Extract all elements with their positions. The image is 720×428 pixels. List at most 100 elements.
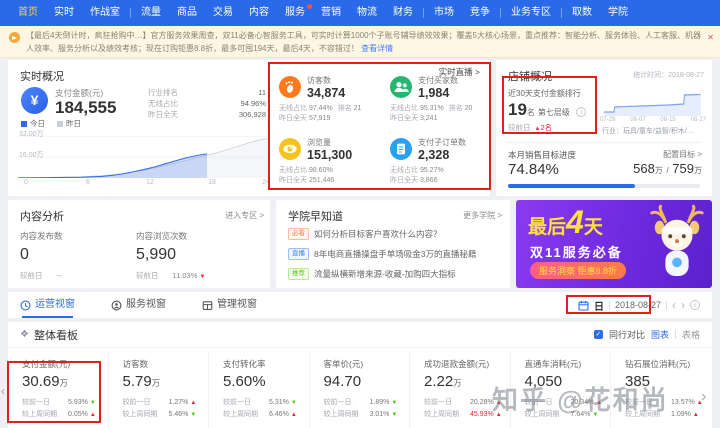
metric-visitors[interactable]: 访客数 5.79万 较前一日 1.27% ▲ 较上周同期 5.46% ▼ [109, 352, 209, 428]
next-date-button[interactable]: › [681, 299, 685, 311]
tab-management-view[interactable]: 管理视窗 [202, 292, 257, 318]
academy-item[interactable]: 必看 如何分析目标客户喜欢什么内容？ [288, 228, 502, 240]
close-icon[interactable]: ✕ [707, 31, 714, 44]
peer-compare-checkbox[interactable]: ✓ [593, 330, 603, 339]
deer-mascot [650, 204, 704, 276]
nav-item-marketing[interactable]: 营销 [313, 0, 349, 26]
prev-date-button[interactable]: ‹ [672, 299, 676, 311]
view-tabs-bar: 运营视窗 服务视窗 管理视窗 日 2018-08-27 ‹ › i [8, 292, 712, 318]
nav-item-home[interactable]: 首页 [10, 0, 46, 26]
up-arrow-icon: ▲ [89, 412, 96, 418]
academy-item[interactable]: 直播 8年电商直播操盘手单场吸金3万的直播秘籍 [288, 248, 502, 260]
nav-item-service[interactable]: 服务 [277, 0, 313, 26]
kpi-name: 支付子订单数 [418, 138, 466, 147]
tab-operation-view[interactable]: 运营视窗 [20, 292, 75, 318]
yesterday-total-row: 昨日全天 306,928 [148, 109, 266, 120]
notification-dot [307, 4, 312, 9]
nav-item-traffic[interactable]: 流量 [133, 0, 169, 26]
person-icon [111, 300, 122, 310]
stat-label: 昨日全天 [148, 110, 178, 119]
kpi-detail-rows: 无线占比 97.44% 排名 21 昨日全天 57,919 [279, 105, 362, 122]
scroll-right-chevron[interactable]: › [701, 388, 706, 406]
metric-refund-amount[interactable]: 成功退款金额(元) 2.22万 较前一日 20.28% ▲ 较上周同期 45.93% ▲ [410, 352, 511, 428]
nav-divider [130, 8, 131, 18]
metric-name: 直通车消耗(元) [524, 359, 582, 369]
double11-promo-banner[interactable]: 最后4天 双11服务必备 服务洞察 钜惠8.8折 [516, 200, 712, 288]
metric-diamond-booth-spend[interactable]: 钻石展位消耗(元) 385 较前一日 13.57% ▲ 较上周同期 1.09% ▲ [611, 352, 712, 428]
date-granularity-day[interactable]: 日 [594, 298, 604, 313]
metric-value: 0 [20, 246, 29, 263]
visitor-footprint-icon [279, 76, 301, 98]
announcement-detail-link[interactable]: 查看详情 [361, 44, 393, 53]
configure-goal-link[interactable]: 配置目标 > [663, 149, 702, 160]
scroll-left-chevron[interactable]: ‹ [1, 384, 5, 398]
nav-item-competition[interactable]: 竞争 [462, 0, 498, 26]
nav-item-data-fetch[interactable]: 取数 [564, 0, 600, 26]
metric-compare-rows: 较前一日 13.57% ▲ 较上周同期 1.09% ▲ [625, 399, 703, 418]
megaphone-icon [9, 32, 20, 43]
more-academy-link[interactable]: 更多学院 > [463, 210, 502, 221]
metric-ztc-spend[interactable]: 直通车消耗(元) 4,050 较前一日 20.34% ▲ 较上周同期 7.64% ▼ [511, 352, 611, 428]
nav-item-service-label: 服务 [285, 7, 305, 18]
nav-item-logistics[interactable]: 物流 [349, 0, 385, 26]
kpi-card-buyers[interactable]: 支付买家数 1,984 无线占比 95.31% 排名 20 昨日全天 3,241 [390, 76, 496, 132]
nav-item-realtime[interactable]: 实时 [46, 0, 82, 26]
shop-level: 第七层级 [537, 108, 570, 117]
clock-icon [20, 300, 31, 310]
content-publish-metric: 内容发布数 0 较前日 -- [20, 231, 63, 280]
nav-item-academy[interactable]: 学院 [600, 0, 636, 26]
xtick: 18 [208, 179, 216, 186]
metric-avg-order-value[interactable]: 客单价(元) 94.70 较前一日 1.89% ▼ 较上周同期 3.01% ▼ [310, 352, 410, 428]
kpi-card-visitors[interactable]: 访客数 34,874 无线占比 97.44% 排名 21 昨日全天 57,919 [279, 76, 385, 132]
promo-headline: 最后4天 [528, 204, 603, 240]
academy-item[interactable]: 推荐 流量纵横新增来源-收藏-加购四大指标 [288, 268, 502, 280]
down-arrow-icon: ▼ [391, 412, 398, 418]
metric-name: 客单价(元) [323, 359, 364, 369]
metric-name: 支付转化率 [223, 359, 266, 369]
down-arrow-icon: ▼ [190, 412, 197, 418]
goal-progress-fill [508, 184, 635, 188]
enter-zone-link[interactable]: 进入专区 > [225, 210, 264, 221]
tab-service-view[interactable]: 服务视窗 [111, 292, 166, 318]
nav-item-business-zone[interactable]: 业务专区 [503, 0, 559, 26]
kpi-card-pageviews[interactable]: 浏览量 151,300 无线占比 98.60% 昨日全天 251,446 [279, 138, 385, 194]
stat-time: 统计时间：2018-08-27 [633, 72, 704, 79]
nav-item-content[interactable]: 内容 [241, 0, 277, 26]
table-view-link[interactable]: 表格 [682, 328, 700, 341]
legend-swatch-yesterday [57, 120, 63, 127]
nav-item-finance[interactable]: 财务 [385, 0, 421, 26]
realtime-kpi-grid: 访客数 34,874 无线占比 97.44%排名 21 昨日全天 57,919 [279, 76, 496, 194]
up-arrow-icon: ▲ [495, 400, 502, 406]
selected-date[interactable]: 2018-08-27 [615, 300, 661, 310]
chart-xticks: 0 6 12 18 24 [18, 179, 270, 189]
kpi-card-paid-orders[interactable]: 支付子订单数 2,328 无线占比 95.27% 昨日全天 3,866 [390, 138, 496, 194]
nav-item-products[interactable]: 商品 [169, 0, 205, 26]
chart-view-link[interactable]: 图表 [651, 328, 669, 341]
legend-today-label: 今日 [30, 119, 45, 128]
nav-item-trade[interactable]: 交易 [205, 0, 241, 26]
down-arrow-icon: ▼ [89, 400, 96, 406]
metric-value: 5,990 [136, 246, 177, 263]
info-icon[interactable]: i [576, 107, 587, 117]
academy-item-text: 8年电商直播操盘手单场吸金3万的直播秘籍 [314, 249, 477, 259]
kpi-detail-rows: 无线占比 95.27% 昨日全天 3,866 [390, 167, 444, 184]
nav-item-market[interactable]: 市场 [426, 0, 462, 26]
kpi-detail-rows: 无线占比 95.31% 排名 20 昨日全天 3,241 [390, 105, 473, 122]
nav-item-war-room[interactable]: 作战室 [82, 0, 128, 26]
xtick: 08-07 [630, 117, 646, 123]
nav-divider [423, 8, 424, 18]
kpi-name: 浏览量 [307, 138, 331, 147]
info-icon[interactable]: i [690, 300, 700, 310]
metric-payment-amount[interactable]: 支付金额(元) 30.69万 较前一日 5.93% ▼ 较上周同期 0.05% ▲ [8, 352, 109, 428]
metric-conversion-rate[interactable]: 支付转化率 5.60% 较前一日 5.31% ▼ 较上周同期 6.46% ▲ [209, 352, 310, 428]
legend-today: 今日 [21, 118, 45, 129]
tag-must-read: 必看 [288, 228, 309, 240]
tag-recommend: 推荐 [288, 268, 309, 280]
rank-unit: 名 [526, 108, 535, 117]
payment-amount-value: 184,555 [55, 98, 117, 117]
rank-30d-label: 近30天支付金额排行 [508, 89, 581, 98]
shop-title: 店铺概况 [508, 71, 552, 83]
academy-list: 必看 如何分析目标客户喜欢什么内容？ 直播 8年电商直播操盘手单场吸金3万的直播… [288, 228, 502, 288]
grid-icon [202, 300, 213, 310]
academy-title: 学院早知道 [288, 211, 343, 223]
